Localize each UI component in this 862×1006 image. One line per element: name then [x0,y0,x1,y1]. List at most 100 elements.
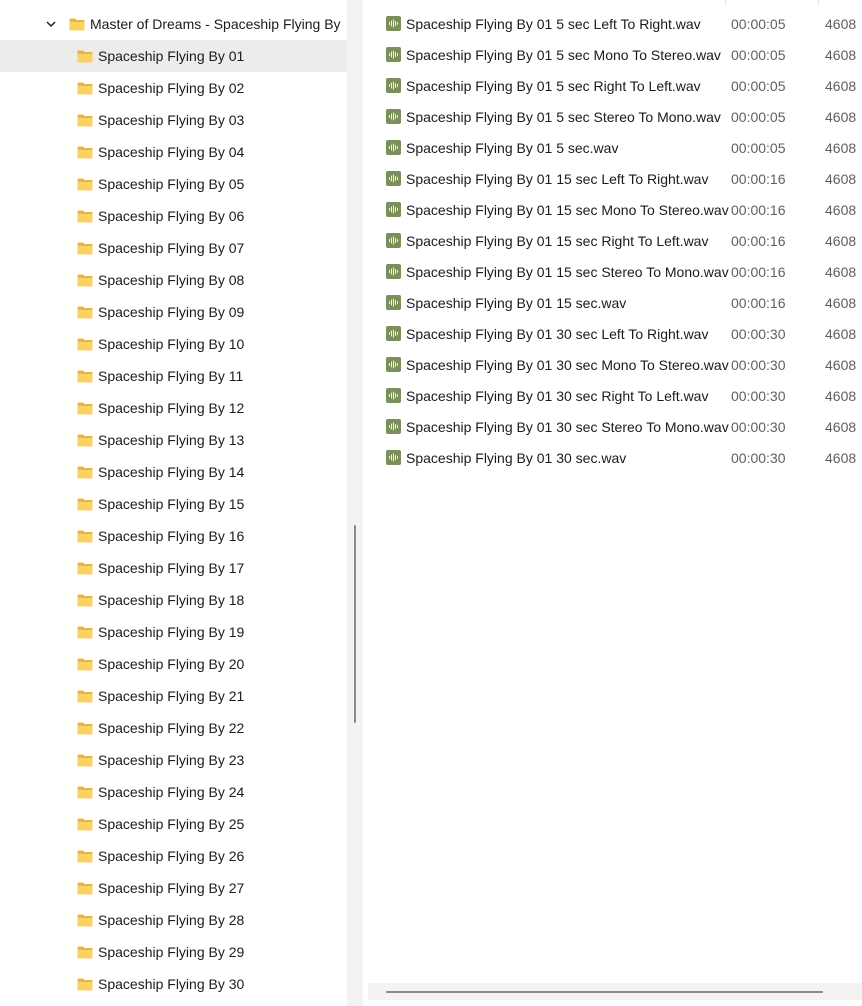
file-size: 4608 [825,419,857,435]
file-row[interactable]: Spaceship Flying By 01 5 sec Right To Le… [363,72,862,103]
folder-icon [77,114,93,126]
file-row[interactable]: Spaceship Flying By 01 5 sec Stereo To M… [363,103,862,134]
tree-item[interactable]: Spaceship Flying By 06 [0,200,347,232]
column-separator[interactable] [725,0,726,6]
file-row[interactable]: Spaceship Flying By 01 30 sec Mono To St… [363,351,862,382]
tree-item-label: Spaceship Flying By 28 [98,912,245,928]
folder-icon [77,146,93,158]
file-duration: 00:00:16 [731,233,786,249]
folder-icon [77,370,93,382]
tree-item[interactable]: Spaceship Flying By 26 [0,840,347,872]
tree-item[interactable]: Spaceship Flying By 23 [0,744,347,776]
file-row[interactable]: Spaceship Flying By 01 5 sec.wav 00:00:05… [363,134,862,165]
file-name: Spaceship Flying By 01 5 sec.wav [406,140,619,156]
folder-icon [77,658,93,670]
file-duration: 00:00:30 [731,357,786,373]
tree-item[interactable]: Spaceship Flying By 24 [0,776,347,808]
tree-item[interactable]: Spaceship Flying By 01 [0,40,347,72]
tree-item[interactable]: Spaceship Flying By 10 [0,328,347,360]
file-duration: 00:00:16 [731,202,786,218]
horizontal-scrollbar-thumb[interactable] [386,991,823,993]
file-name: Spaceship Flying By 01 30 sec Mono To St… [406,357,729,373]
tree-item-label: Spaceship Flying By 26 [98,848,245,864]
tree-item[interactable]: Spaceship Flying By 21 [0,680,347,712]
tree-item-label: Spaceship Flying By 13 [98,432,245,448]
audio-file-icon [386,109,401,124]
audio-file-icon [386,326,401,341]
folder-icon [77,274,93,286]
tree-item-parent-folder[interactable]: Master of Dreams - Spaceship Flying By [0,8,347,40]
tree-item[interactable]: Spaceship Flying By 03 [0,104,347,136]
tree-item[interactable]: Spaceship Flying By 18 [0,584,347,616]
file-name: Spaceship Flying By 01 15 sec Stereo To … [406,264,729,280]
folder-icon [77,626,93,638]
file-name: Spaceship Flying By 01 15 sec Mono To St… [406,202,729,218]
tree-item-label: Spaceship Flying By 21 [98,688,245,704]
folder-icon [77,402,93,414]
file-row[interactable]: Spaceship Flying By 01 15 sec.wav 00:00:1… [363,289,862,320]
audio-file-icon [386,295,401,310]
tree-item[interactable]: Spaceship Flying By 28 [0,904,347,936]
file-name: Spaceship Flying By 01 15 sec Left To Ri… [406,171,709,187]
folder-tree-pane: Master of Dreams - Spaceship Flying By S… [0,0,347,1006]
tree-item[interactable]: Spaceship Flying By 15 [0,488,347,520]
audio-file-icon [386,233,401,248]
file-size: 4608 [825,264,857,280]
tree-item[interactable]: Spaceship Flying By 11 [0,360,347,392]
tree-item[interactable]: Spaceship Flying By 19 [0,616,347,648]
folder-icon [77,210,93,222]
audio-file-icon [386,357,401,372]
tree-item[interactable]: Spaceship Flying By 25 [0,808,347,840]
tree-item-label: Spaceship Flying By 11 [98,368,244,384]
file-name: Spaceship Flying By 01 15 sec Right To L… [406,233,709,249]
audio-file-icon [386,47,401,62]
tree-item[interactable]: Spaceship Flying By 30 [0,968,347,1000]
file-row[interactable]: Spaceship Flying By 01 15 sec Right To L… [363,227,862,258]
file-row[interactable]: Spaceship Flying By 01 5 sec Mono To Ste… [363,41,862,72]
tree-item[interactable]: Spaceship Flying By 29 [0,936,347,968]
tree-item[interactable]: Spaceship Flying By 02 [0,72,347,104]
file-row[interactable]: Spaceship Flying By 01 15 sec Left To Ri… [363,165,862,196]
tree-item[interactable]: Spaceship Flying By 13 [0,424,347,456]
file-row[interactable]: Spaceship Flying By 01 30 sec Left To Ri… [363,320,862,351]
file-size: 4608 [825,450,857,466]
tree-item[interactable]: Spaceship Flying By 22 [0,712,347,744]
tree-children-list: Spaceship Flying By 01 Spaceship Flying B… [0,40,347,1000]
folder-icon [77,914,93,926]
tree-item[interactable]: Spaceship Flying By 05 [0,168,347,200]
file-duration: 00:00:30 [731,450,786,466]
audio-file-icon [386,78,401,93]
file-row[interactable]: Spaceship Flying By 01 30 sec Stereo To … [363,413,862,444]
folder-icon [77,498,93,510]
file-size: 4608 [825,78,857,94]
tree-item[interactable]: Spaceship Flying By 27 [0,872,347,904]
file-row[interactable]: Spaceship Flying By 01 30 sec.wav 00:00:3… [363,444,862,475]
audio-file-icon [386,16,401,31]
tree-item[interactable]: Spaceship Flying By 20 [0,648,347,680]
tree-item[interactable]: Spaceship Flying By 14 [0,456,347,488]
chevron-down-icon[interactable] [44,17,58,31]
audio-file-icon [386,171,401,186]
tree-item[interactable]: Spaceship Flying By 16 [0,520,347,552]
pane-divider[interactable] [347,0,363,1006]
file-row[interactable]: Spaceship Flying By 01 5 sec Left To Rig… [363,10,862,41]
file-duration: 00:00:30 [731,388,786,404]
file-duration: 00:00:16 [731,171,786,187]
audio-file-icon [386,140,401,155]
column-separator[interactable] [818,0,819,6]
tree-item[interactable]: Spaceship Flying By 17 [0,552,347,584]
tree-item[interactable]: Spaceship Flying By 04 [0,136,347,168]
file-list-pane: Spaceship Flying By 01 5 sec Left To Rig… [363,0,862,1006]
tree-item[interactable]: Spaceship Flying By 07 [0,232,347,264]
file-row[interactable]: Spaceship Flying By 01 15 sec Mono To St… [363,196,862,227]
tree-item[interactable]: Spaceship Flying By 09 [0,296,347,328]
tree-item[interactable]: Spaceship Flying By 08 [0,264,347,296]
file-size: 4608 [825,357,857,373]
folder-icon [77,82,93,94]
file-row[interactable]: Spaceship Flying By 01 30 sec Right To L… [363,382,862,413]
tree-scrollbar-thumb[interactable] [354,525,356,723]
audio-file-icon [386,419,401,434]
tree-item[interactable]: Spaceship Flying By 12 [0,392,347,424]
file-row[interactable]: Spaceship Flying By 01 15 sec Stereo To … [363,258,862,289]
folder-icon [69,18,85,30]
